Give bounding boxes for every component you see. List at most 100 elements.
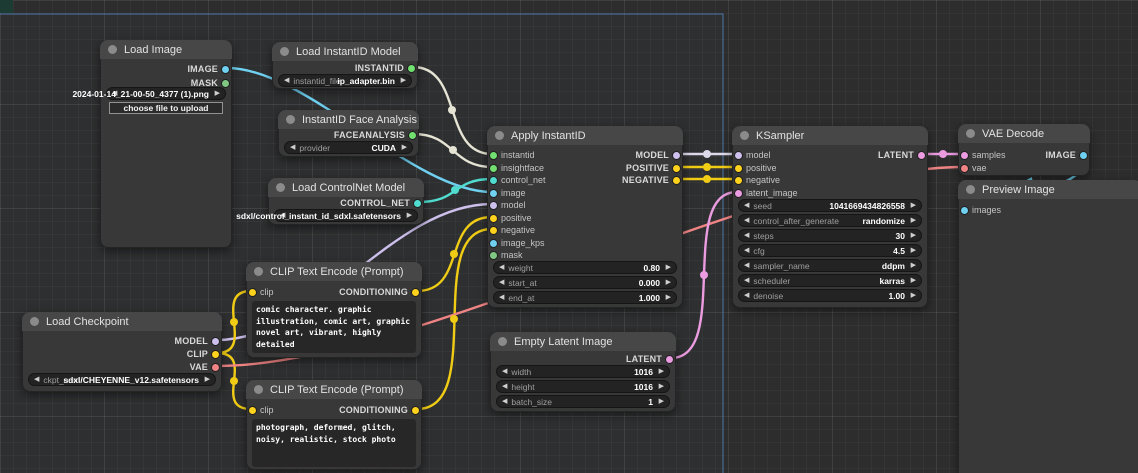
prompt-textarea[interactable]: photograph, deformed, glitch, noisy, rea… (252, 419, 416, 467)
output-slot-model[interactable]: MODEL (488, 149, 682, 161)
node-title-bar[interactable]: Load Checkpoint (22, 312, 222, 331)
slot-dot[interactable] (489, 226, 498, 235)
collapse-dot-icon[interactable] (966, 129, 975, 138)
slot-dot[interactable] (489, 251, 498, 260)
stepper-left-arrow-icon[interactable]: ◀ (744, 232, 749, 239)
output-slot-image[interactable]: IMAGE (959, 149, 1089, 161)
slot-dot[interactable] (960, 164, 969, 173)
output-slot-model[interactable]: MODEL (23, 335, 221, 347)
combo-right-arrow-icon[interactable]: ▶ (911, 262, 916, 269)
output-slot-latent[interactable]: LATENT (491, 353, 675, 365)
stepper-right-arrow-icon[interactable]: ▶ (659, 398, 664, 405)
combo-right-arrow-icon[interactable]: ▶ (402, 144, 407, 151)
input-slot-vae[interactable]: vae (959, 162, 1089, 174)
slot-dot[interactable] (221, 79, 230, 88)
collapse-dot-icon[interactable] (740, 131, 749, 140)
node-title-bar[interactable]: Load ControlNet Model (268, 178, 424, 197)
weight-number-widget[interactable]: ◀ weight 0.80 ▶ (493, 261, 677, 274)
collapse-dot-icon[interactable] (966, 185, 975, 194)
collapse-dot-icon[interactable] (498, 337, 507, 346)
combo-left-arrow-icon[interactable]: ◀ (290, 144, 295, 151)
node-title-bar[interactable]: InstantID Face Analysis (278, 110, 419, 129)
controlnet-file-combo[interactable]: ◀ sdxl/control_instant_id_sdxl.safetenso… (274, 209, 418, 222)
stepper-right-arrow-icon[interactable]: ▶ (666, 279, 671, 286)
input-slot-mask[interactable]: mask (488, 249, 682, 261)
collapse-dot-icon[interactable] (254, 267, 263, 276)
output-slot-faceanalysis[interactable]: FACEANALYSIS (279, 129, 418, 141)
input-slot-image[interactable]: image (488, 187, 682, 199)
slot-dot[interactable] (411, 288, 420, 297)
node-empty-latent-image[interactable]: Empty Latent Image LATENT ◀ width 1016 ▶… (490, 332, 676, 412)
output-slot-instantid[interactable]: INSTANTID (273, 62, 417, 74)
node-vae-decode[interactable]: VAE Decode samples vae IMAGE (958, 124, 1090, 176)
output-slot-image[interactable]: IMAGE (101, 63, 231, 75)
combo-right-arrow-icon[interactable]: ▶ (205, 376, 210, 383)
collapse-dot-icon[interactable] (108, 45, 117, 54)
combo-left-arrow-icon[interactable]: ◀ (744, 217, 749, 224)
stepper-left-arrow-icon[interactable]: ◀ (502, 398, 507, 405)
input-slot-negative[interactable]: negative (733, 174, 927, 186)
output-slot-clip[interactable]: CLIP (23, 348, 221, 360)
node-title-bar[interactable]: Empty Latent Image (490, 332, 676, 351)
combo-right-arrow-icon[interactable]: ▶ (911, 277, 916, 284)
node-load-image[interactable]: Load Image IMAGE MASK ◀ 2024-01-14_21-00… (100, 40, 232, 248)
collapse-dot-icon[interactable] (254, 385, 263, 394)
slot-dot[interactable] (411, 406, 420, 415)
stepper-left-arrow-icon[interactable]: ◀ (744, 247, 749, 254)
input-slot-model[interactable]: model (488, 199, 682, 211)
node-ksampler[interactable]: KSampler model positive negative latent_… (732, 126, 928, 308)
stepper-right-arrow-icon[interactable]: ▶ (666, 294, 671, 301)
collapse-dot-icon[interactable] (495, 131, 504, 140)
stepper-left-arrow-icon[interactable]: ◀ (499, 279, 504, 286)
cfg-number-widget[interactable]: ◀ cfg 4.5 ▶ (738, 244, 922, 257)
start-at-number-widget[interactable]: ◀ start_at 0.000 ▶ (493, 276, 677, 289)
slot-dot[interactable] (413, 199, 422, 208)
node-title-bar[interactable]: Load InstantID Model (272, 42, 418, 61)
slot-dot[interactable] (211, 363, 220, 372)
sampler-name-combo[interactable]: ◀ sampler_name ddpm ▶ (738, 259, 922, 272)
stepper-right-arrow-icon[interactable]: ▶ (666, 264, 671, 271)
slot-dot[interactable] (489, 189, 498, 198)
input-slot-positive[interactable]: positive (733, 162, 927, 174)
stepper-left-arrow-icon[interactable]: ◀ (502, 383, 507, 390)
combo-right-arrow-icon[interactable]: ▶ (911, 217, 916, 224)
provider-combo[interactable]: ◀ provider CUDA ▶ (284, 141, 413, 154)
node-title-bar[interactable]: Apply InstantID (487, 126, 683, 145)
node-clip-text-encode-negative[interactable]: CLIP Text Encode (Prompt) clip CONDITION… (246, 380, 422, 470)
node-graph-canvas[interactable]: Load Image IMAGE MASK ◀ 2024-01-14_21-00… (0, 0, 1138, 473)
collapse-dot-icon[interactable] (30, 317, 39, 326)
slot-dot[interactable] (665, 355, 674, 364)
stepper-right-arrow-icon[interactable]: ▶ (659, 368, 664, 375)
scheduler-combo[interactable]: ◀ scheduler karras ▶ (738, 274, 922, 287)
node-preview-image[interactable]: Preview Image images (958, 180, 1138, 473)
node-apply-instantid[interactable]: Apply InstantID instantid insightface co… (487, 126, 683, 308)
stepper-right-arrow-icon[interactable]: ▶ (911, 247, 916, 254)
slot-dot[interactable] (734, 189, 743, 198)
combo-left-arrow-icon[interactable]: ◀ (744, 277, 749, 284)
node-clip-text-encode-positive[interactable]: CLIP Text Encode (Prompt) clip CONDITION… (246, 262, 422, 358)
node-title-bar[interactable]: Load Image (100, 40, 232, 59)
output-slot-control-net[interactable]: CONTROL_NET (269, 197, 423, 209)
slot-dot[interactable] (734, 176, 743, 185)
end-at-number-widget[interactable]: ◀ end_at 1.000 ▶ (493, 291, 677, 304)
collapse-dot-icon[interactable] (286, 115, 295, 124)
input-slot-negative[interactable]: negative (488, 224, 682, 236)
collapse-dot-icon[interactable] (280, 47, 289, 56)
slot-dot[interactable] (672, 164, 681, 173)
stepper-right-arrow-icon[interactable]: ▶ (911, 232, 916, 239)
ckpt-name-combo[interactable]: ◀ ckpt_nam sdxl/CHEYENNE_v12.safetensors… (28, 373, 216, 386)
combo-left-arrow-icon[interactable]: ◀ (744, 262, 749, 269)
stepper-left-arrow-icon[interactable]: ◀ (744, 292, 749, 299)
instantid-file-combo[interactable]: ◀ instantid_file ip_adapter.bin ▶ (278, 74, 412, 87)
node-load-controlnet-model[interactable]: Load ControlNet Model CONTROL_NET ◀ sdxl… (268, 178, 424, 225)
stepper-left-arrow-icon[interactable]: ◀ (744, 202, 749, 209)
output-slot-negative[interactable]: NEGATIVE (488, 174, 682, 186)
stepper-left-arrow-icon[interactable]: ◀ (499, 264, 504, 271)
prompt-textarea[interactable]: comic character. graphic illustration, c… (252, 301, 416, 353)
output-slot-vae[interactable]: VAE (23, 361, 221, 373)
slot-dot[interactable] (489, 214, 498, 223)
control-after-generate-combo[interactable]: ◀ control_after_generate randomize ▶ (738, 214, 922, 227)
output-slot-conditioning[interactable]: CONDITIONING (247, 286, 421, 298)
stepper-left-arrow-icon[interactable]: ◀ (499, 294, 504, 301)
node-title-bar[interactable]: CLIP Text Encode (Prompt) (246, 380, 422, 399)
